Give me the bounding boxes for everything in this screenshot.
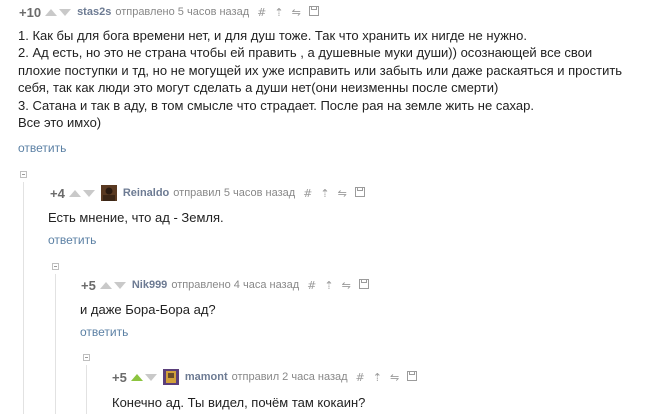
comment-author[interactable]: mamont: [185, 371, 228, 383]
save-icon[interactable]: [358, 278, 369, 292]
permalink-hash-icon[interactable]: #: [307, 279, 316, 292]
comment-header: +10 stas2s отправлено 5 часов назад # ⇡ …: [19, 4, 319, 20]
comment-line: Все это имхо): [18, 115, 102, 131]
thread-line: [55, 274, 56, 414]
comment-body: Конечно ад. Ты видел, почём там кокаин?: [112, 394, 365, 411]
downvote-arrow-icon[interactable]: [82, 189, 95, 197]
collapse-thread-toggle[interactable]: [83, 354, 90, 361]
comment-body: Есть мнение, что ад - Земля.: [48, 209, 224, 226]
parent-link-icon[interactable]: ⇡: [373, 371, 382, 384]
comment-timestamp: отправлено 4 часа назад: [171, 279, 300, 291]
collapse-thread-toggle[interactable]: [52, 263, 59, 270]
permalink-hash-icon[interactable]: #: [257, 6, 266, 19]
comment-timestamp: отправил 2 часа назад: [231, 371, 348, 383]
save-icon[interactable]: [354, 186, 365, 200]
avatar[interactable]: [100, 185, 117, 201]
upvote-arrow-icon[interactable]: [99, 281, 112, 289]
parent-link-icon[interactable]: ⇡: [320, 187, 329, 200]
downvote-arrow-icon[interactable]: [59, 8, 72, 16]
comment-line: Есть мнение, что ад - Земля.: [48, 210, 224, 225]
thread-line: [86, 365, 87, 414]
downvote-arrow-icon[interactable]: [113, 281, 126, 289]
comment-body: 1. Как бы для бога времени нет, и для ду…: [18, 27, 622, 131]
comment-author[interactable]: Nik999: [132, 279, 167, 291]
comment-score: +10: [19, 4, 42, 20]
comment-line: плохие поступки и тд, но не могущей их у…: [18, 62, 623, 78]
reply-link[interactable]: ответить: [18, 141, 66, 155]
thread-branch-icon[interactable]: ⇋: [342, 279, 351, 292]
save-icon[interactable]: [407, 370, 418, 384]
comment-timestamp: отправлено 5 часов назад: [115, 6, 250, 18]
thread-branch-icon[interactable]: ⇋: [338, 187, 347, 200]
upvote-arrow-icon[interactable]: [45, 8, 58, 16]
comment-timestamp: отправил 5 часов назад: [173, 187, 296, 199]
comment-line: себя, так как люди это могут сделать а д…: [18, 80, 499, 96]
parent-link-icon[interactable]: ⇡: [274, 6, 283, 19]
comment-header: +5 Nik999 отправлено 4 часа назад # ⇡ ⇋: [81, 277, 369, 293]
downvote-arrow-icon[interactable]: [144, 373, 157, 381]
reply-link[interactable]: ответить: [80, 325, 128, 339]
collapse-thread-toggle[interactable]: [20, 171, 27, 178]
thread-branch-icon[interactable]: ⇋: [390, 371, 399, 384]
thread-branch-icon[interactable]: ⇋: [292, 6, 301, 19]
comment-author[interactable]: Reinaldo: [123, 187, 169, 199]
upvote-arrow-icon[interactable]: [68, 189, 81, 197]
comment-score: +4: [50, 185, 65, 201]
comment-line: Конечно ад. Ты видел, почём там кокаин?: [112, 395, 366, 410]
comment-body: и даже Бора-Бора ад?: [80, 301, 216, 318]
comment-header: +4 Reinaldo отправил 5 часов назад # ⇡ ⇋: [50, 185, 365, 201]
comment-line: 3. Сатана и так в аду, в том смысле что …: [18, 97, 534, 113]
comment-line: 2. Ад есть, но это не страна чтобы ей пр…: [18, 45, 593, 61]
comment-score: +5: [112, 369, 127, 385]
thread-line: [23, 182, 24, 414]
reply-link[interactable]: ответить: [48, 233, 96, 247]
comment-score: +5: [81, 277, 96, 293]
avatar[interactable]: [162, 369, 179, 385]
parent-link-icon[interactable]: ⇡: [324, 279, 333, 292]
permalink-hash-icon[interactable]: #: [303, 187, 312, 200]
save-icon[interactable]: [308, 5, 319, 19]
comment-line: и даже Бора-Бора ад?: [80, 302, 216, 317]
comment-author[interactable]: stas2s: [77, 6, 111, 18]
comment-header: +5 mamont отправил 2 часа назад # ⇡ ⇋: [112, 369, 418, 385]
upvote-arrow-icon[interactable]: [130, 373, 143, 381]
comment-line: 1. Как бы для бога времени нет, и для ду…: [18, 28, 527, 43]
permalink-hash-icon[interactable]: #: [356, 371, 365, 384]
